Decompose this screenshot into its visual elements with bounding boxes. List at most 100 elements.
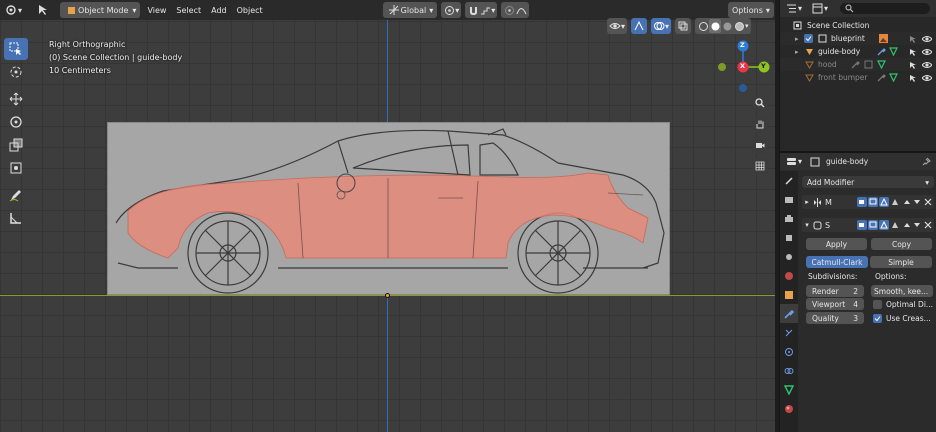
tab-view-layer[interactable] (780, 228, 798, 247)
close-icon[interactable] (923, 218, 933, 232)
tab-output[interactable] (780, 209, 798, 228)
editmode-toggle-icon[interactable] (879, 220, 889, 230)
modifier-name[interactable]: S (825, 221, 855, 230)
eye-icon[interactable] (921, 32, 933, 46)
camera-toggle-icon[interactable] (857, 197, 867, 207)
ortho-toggle-button[interactable] (751, 157, 769, 175)
display-mode-dropdown[interactable]: ▾ (806, 1, 832, 17)
object-origin[interactable] (385, 293, 390, 298)
optimal-display-option[interactable]: Optimal Di... (873, 300, 933, 309)
modifier-name[interactable]: M (825, 198, 855, 207)
tool-rotate[interactable] (4, 111, 28, 133)
tool-transform[interactable] (4, 157, 28, 179)
eye-icon[interactable] (921, 71, 933, 85)
visibility-dropdown[interactable]: ▾ (607, 18, 628, 34)
menu-select[interactable]: Select (171, 6, 206, 15)
tool-measure[interactable] (4, 207, 28, 229)
pan-button[interactable] (751, 115, 769, 133)
tab-constraints[interactable] (780, 361, 798, 380)
tab-data[interactable] (780, 380, 798, 399)
menu-object[interactable]: Object (232, 6, 268, 15)
material-shading-icon[interactable] (721, 19, 733, 33)
simple-button[interactable]: Simple (870, 256, 932, 268)
select-arrow-icon[interactable] (908, 71, 918, 85)
overlays-toggle[interactable]: ▾ (651, 18, 672, 34)
use-creases-option[interactable]: Use Creas... (873, 314, 931, 323)
display-toggle-icon[interactable] (868, 197, 878, 207)
uv-smooth-dropdown[interactable]: Smooth, kee... (871, 285, 933, 297)
camera-toggle-icon[interactable] (857, 220, 867, 230)
tab-world[interactable] (780, 266, 798, 285)
display-toggle-icon[interactable] (868, 220, 878, 230)
tab-object[interactable] (780, 285, 798, 304)
tool-annotate[interactable] (4, 184, 28, 206)
quality-field[interactable]: Quality 3 (806, 312, 864, 324)
options-dropdown[interactable]: Options ▾ (728, 2, 774, 18)
oncage-toggle-icon[interactable] (890, 197, 900, 207)
editor-type-button[interactable]: ▾ (0, 2, 26, 18)
outliner-item-guide-body[interactable]: ▸ guide-body (780, 45, 936, 58)
close-icon[interactable] (923, 195, 933, 209)
pin-icon[interactable] (920, 155, 932, 169)
outliner-editor-type[interactable]: ▾ (780, 1, 806, 17)
add-modifier-dropdown[interactable]: Add Modifier ▾ (802, 176, 934, 188)
properties-editor-type[interactable]: ▾ (780, 154, 806, 170)
tab-render[interactable] (780, 190, 798, 209)
snap-dropdown[interactable]: ▾ (465, 2, 498, 18)
menu-view[interactable]: View (142, 6, 171, 15)
apply-button[interactable]: Apply (806, 238, 867, 250)
zoom-button[interactable] (751, 94, 769, 112)
catmull-clark-button[interactable]: Catmull-Clark (806, 256, 868, 268)
tab-modifiers[interactable] (780, 304, 798, 323)
outliner-scene-collection[interactable]: Scene Collection (780, 19, 936, 32)
proportional-editing-toggle[interactable] (501, 2, 530, 18)
tab-scene[interactable] (780, 247, 798, 266)
measure-ruler-icon (9, 211, 23, 225)
move-up-icon[interactable] (902, 195, 912, 209)
eye-icon[interactable] (921, 58, 933, 72)
viewport-levels-field[interactable]: Viewport 4 (806, 298, 864, 310)
render-levels-field[interactable]: Render 2 (806, 285, 864, 297)
rendered-shading-icon[interactable] (733, 19, 745, 33)
solid-shading-icon[interactable] (709, 19, 722, 33)
select-arrow-icon[interactable] (908, 58, 918, 72)
use-creases-checkbox[interactable] (873, 314, 882, 323)
tab-physics[interactable] (780, 342, 798, 361)
menu-add[interactable]: Add (206, 6, 232, 15)
mesh-object-icon (804, 71, 814, 85)
outliner-item-hood[interactable]: hood (780, 58, 936, 71)
tool-select-box[interactable] (4, 38, 28, 60)
object-mode-dropdown[interactable]: Object Mode ▾ (60, 2, 141, 18)
tool-move[interactable] (4, 88, 28, 110)
move-up-icon[interactable] (902, 218, 912, 232)
outliner-item-front-bumper[interactable]: front bumper (780, 71, 936, 84)
move-down-icon[interactable] (912, 218, 922, 232)
tool-scale[interactable] (4, 134, 28, 156)
modifier-header-subsurf[interactable]: ▾ S (802, 218, 934, 232)
outliner-search-input[interactable] (840, 3, 930, 14)
select-mode-button[interactable] (32, 2, 54, 18)
wireframe-shading-icon[interactable] (697, 19, 709, 33)
optimal-display-checkbox[interactable] (873, 300, 882, 309)
3d-viewport[interactable]: ▾ Object Mode ▾ View Select Add Object G… (0, 0, 775, 432)
select-arrow-icon[interactable] (908, 45, 918, 59)
eye-icon[interactable] (921, 45, 933, 59)
select-arrow-icon[interactable] (908, 32, 918, 46)
move-down-icon[interactable] (912, 195, 922, 209)
copy-button[interactable]: Copy (871, 238, 932, 250)
tab-particles[interactable] (780, 323, 798, 342)
editmode-toggle-icon[interactable] (879, 197, 889, 207)
transform-orientation-dropdown[interactable]: Global ▾ (382, 2, 438, 18)
tool-cursor[interactable] (4, 61, 28, 83)
oncage-toggle-icon[interactable] (890, 220, 900, 230)
pivot-point-dropdown[interactable]: ▾ (441, 2, 462, 18)
tab-material[interactable] (780, 399, 798, 418)
xray-toggle[interactable] (675, 18, 692, 34)
outliner-item-blueprint[interactable]: ▸ blueprint (780, 32, 936, 45)
navigation-gizmo[interactable]: Z X Y (715, 36, 771, 92)
exclude-checkbox[interactable] (804, 34, 813, 43)
modifier-header-mirror[interactable]: ▸ M (802, 195, 934, 209)
tab-tool[interactable] (780, 171, 798, 190)
camera-view-button[interactable] (751, 136, 769, 154)
gizmo-toggle[interactable] (631, 18, 648, 34)
